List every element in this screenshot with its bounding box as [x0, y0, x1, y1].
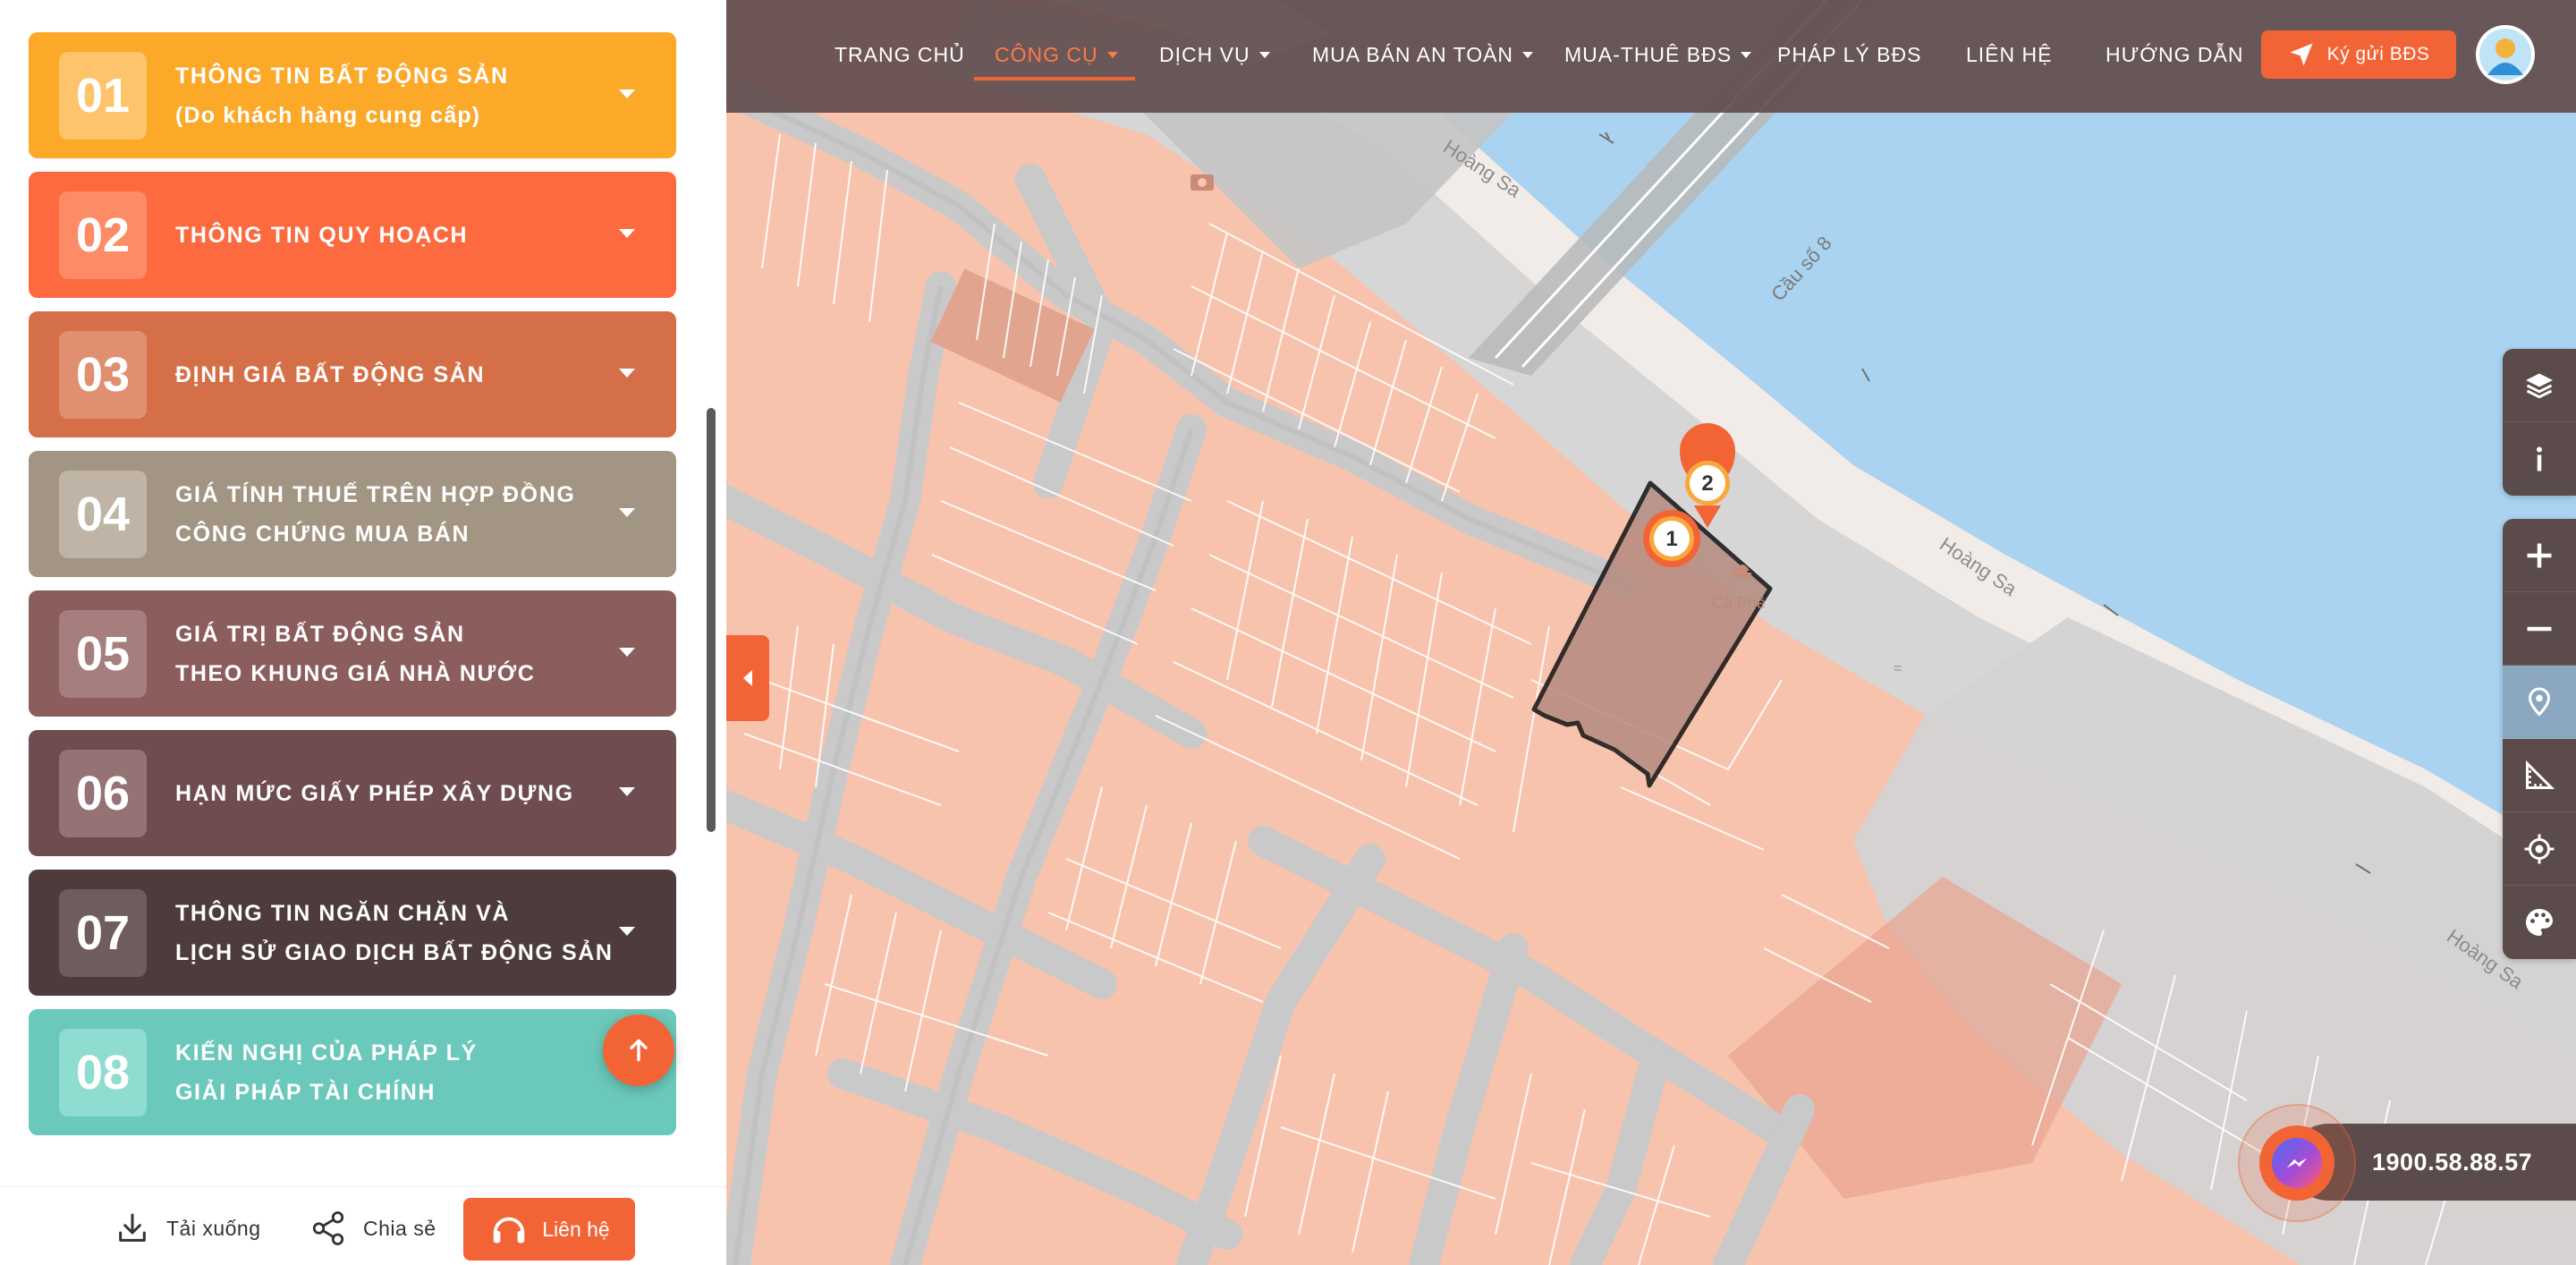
send-property-button[interactable]: Ký gửi BĐS — [2261, 30, 2456, 79]
map-toolbar-top — [2503, 349, 2576, 496]
share-button[interactable]: Chia sẻ — [309, 1203, 436, 1253]
nav-guide[interactable]: HƯỚNG DẪN — [2106, 0, 2243, 109]
section-title-line1: THÔNG TIN QUY HOẠCH — [175, 222, 469, 248]
share-icon — [312, 1211, 344, 1245]
section-title-line2: (Do khách hàng cung cấp) — [175, 102, 481, 128]
chevron-down-icon — [1522, 51, 1534, 58]
contact-button[interactable]: Liên hệ — [463, 1198, 635, 1261]
crosshair-icon — [2524, 834, 2555, 863]
user-avatar[interactable] — [2476, 25, 2535, 84]
section-number: 02 — [59, 191, 147, 279]
minus-icon — [2527, 626, 2552, 631]
palette-icon — [2526, 909, 2553, 936]
messenger-button[interactable] — [2259, 1125, 2334, 1201]
section-card-03[interactable]: 03 ĐỊNH GIÁ BẤT ĐỘNG SẢN — [29, 311, 676, 437]
messenger-icon — [2286, 1158, 2308, 1168]
chevron-down-icon — [619, 369, 635, 378]
layers-button[interactable] — [2503, 349, 2576, 422]
layers-icon — [2526, 373, 2553, 398]
camera-poi-icon — [1191, 174, 1214, 191]
section-title-line2: CÔNG CHỨNG MUA BÁN — [175, 521, 470, 547]
section-title-line1: KIẾN NGHỊ CỦA PHÁP LÝ — [175, 1040, 478, 1065]
section-number: 06 — [59, 750, 147, 837]
svg-text:=: = — [1894, 661, 1902, 676]
section-card-07[interactable]: 07 THÔNG TIN NGĂN CHẶN VÀ LỊCH SỬ GIAO DỊ… — [29, 870, 676, 996]
hotline-number[interactable]: 1900.58.88.57 — [2372, 1124, 2532, 1201]
section-number: 03 — [59, 331, 147, 419]
section-number: 04 — [59, 471, 147, 558]
section-number: 08 — [59, 1029, 147, 1116]
chevron-down-icon — [619, 89, 635, 98]
info-panel: 01 THÔNG TIN BẤT ĐỘNG SẢN (Do khách hàng … — [0, 0, 726, 1265]
section-card-02[interactable]: 02 THÔNG TIN QUY HOẠCH — [29, 172, 676, 298]
nav-safe-trade[interactable]: MUA BÁN AN TOÀN — [1312, 0, 1534, 109]
info-panel-scroll[interactable]: 01 THÔNG TIN BẤT ĐỘNG SẢN (Do khách hàng … — [0, 0, 726, 1186]
section-title-line2: GIẢI PHÁP TÀI CHÍNH — [175, 1079, 436, 1105]
svg-text:2: 2 — [1701, 471, 1713, 496]
nav-active-indicator — [974, 77, 1135, 81]
download-icon — [119, 1213, 146, 1242]
nav-services[interactable]: DỊCH VỤ — [1159, 0, 1270, 109]
scroll-to-top-button[interactable] — [603, 1015, 674, 1086]
chevron-down-icon — [619, 508, 635, 517]
locate-button[interactable] — [2503, 812, 2576, 886]
headset-icon — [494, 1217, 525, 1244]
section-card-04[interactable]: 04 GIÁ TÍNH THUẾ TRÊN HỢP ĐỒNG CÔNG CHỨNG… — [29, 451, 676, 577]
section-title-line1: GIÁ TÍNH THUẾ TRÊN HỢP ĐỒNG — [175, 481, 576, 507]
plus-icon — [2527, 543, 2552, 567]
section-card-06[interactable]: 06 HẠN MỨC GIẤY PHÉP XÂY DỰNG — [29, 730, 676, 856]
map-pin-icon — [2528, 686, 2551, 717]
ruler-icon — [2526, 760, 2555, 789]
svg-text:1: 1 — [1665, 527, 1677, 551]
section-title-line1: THÔNG TIN BẤT ĐỘNG SẢN — [175, 63, 509, 89]
map-drawing: Hoàng Sa Hoàng Sa Hoàng Sa Cầu số 8 Cà P… — [726, 0, 2576, 1265]
section-number: 07 — [59, 889, 147, 977]
arrow-up-icon — [630, 1039, 648, 1062]
download-button[interactable]: Tải xuống — [114, 1203, 261, 1253]
section-title-line1: ĐỊNH GIÁ BẤT ĐỘNG SẢN — [175, 361, 486, 387]
section-title-line1: GIÁ TRỊ BẤT ĐỘNG SẢN — [175, 621, 465, 647]
nav-home[interactable]: TRANG CHỦ — [835, 0, 965, 109]
section-title-line1: THÔNG TIN NGĂN CHẶN VÀ — [175, 900, 511, 926]
measure-button[interactable] — [2503, 739, 2576, 812]
nav-legal[interactable]: PHÁP LÝ BĐS — [1777, 0, 1921, 109]
section-title-line2: LỊCH SỬ GIAO DỊCH BẤT ĐỘNG SẢN — [175, 939, 614, 965]
section-title-line1: HẠN MỨC GIẤY PHÉP XÂY DỰNG — [175, 780, 574, 806]
chevron-down-icon — [619, 787, 635, 796]
nav-tools[interactable]: CÔNG CỤ — [995, 0, 1118, 109]
chevron-down-icon — [619, 229, 635, 238]
chevron-left-icon — [743, 670, 752, 686]
section-number: 05 — [59, 610, 147, 698]
map-toolbar-bottom — [2503, 519, 2576, 959]
chevron-down-icon — [1106, 51, 1118, 58]
info-icon — [2537, 446, 2542, 471]
zoom-in-button[interactable] — [2503, 519, 2576, 592]
map-canvas[interactable]: Hoàng Sa Hoàng Sa Hoàng Sa Cầu số 8 Cà P… — [726, 0, 2576, 1265]
nav-contact[interactable]: LIÊN HỆ — [1966, 0, 2052, 109]
section-title-line2: THEO KHUNG GIÁ NHÀ NƯỚC — [175, 660, 536, 686]
info-button[interactable] — [2503, 422, 2576, 496]
style-button[interactable] — [2503, 886, 2576, 959]
map-marker-1[interactable]: 1 — [1643, 510, 1700, 567]
section-card-05[interactable]: 05 GIÁ TRỊ BẤT ĐỘNG SẢN THEO KHUNG GIÁ NH… — [29, 590, 676, 717]
chevron-down-icon — [1258, 51, 1270, 58]
section-card-01[interactable]: 01 THÔNG TIN BẤT ĐỘNG SẢN (Do khách hàng … — [29, 32, 676, 158]
marker-button[interactable] — [2503, 666, 2576, 739]
zoom-out-button[interactable] — [2503, 592, 2576, 666]
poi-label: Cà Phê — [1712, 594, 1766, 612]
send-icon — [2290, 43, 2313, 66]
chevron-down-icon — [1741, 51, 1752, 58]
user-icon — [2479, 29, 2531, 81]
section-number: 01 — [59, 52, 147, 140]
chevron-down-icon — [619, 927, 635, 936]
app-root: Hoàng Sa Hoàng Sa Hoàng Sa Cầu số 8 Cà P… — [0, 0, 2576, 1265]
collapse-panel-button[interactable] — [726, 635, 769, 721]
nav-buy-rent[interactable]: MUA-THUÊ BĐS — [1564, 0, 1752, 109]
section-card-08[interactable]: 08 KIẾN NGHỊ CỦA PHÁP LÝ GIẢI PHÁP TÀI CH… — [29, 1009, 676, 1135]
chevron-down-icon — [619, 648, 635, 657]
panel-bottom-bar: Tải xuống Chia sẻ Liên hệ — [0, 1186, 726, 1265]
panel-scrollbar[interactable] — [707, 408, 716, 832]
